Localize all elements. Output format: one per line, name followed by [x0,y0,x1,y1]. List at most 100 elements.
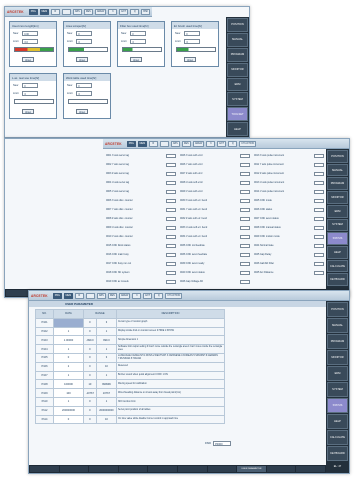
data-cell[interactable]: 1 [53,370,84,381]
upset-button[interactable]: Upset [76,109,88,114]
side-item-system[interactable]: SYSTEM [327,218,348,232]
table-row[interactable]: P101 0 3 Cursor type of monitor graph [35,317,225,328]
limit-input[interactable]: 0 [76,38,93,44]
table-row[interactable]: P103 1.00000 -999.0 999.0 Simple dimension 1 [35,335,225,346]
side-item-monitor[interactable]: MONITOR [327,350,348,365]
fkey-user-parameter[interactable]: USER PARAMETER [237,466,266,472]
tb-button[interactable] [85,292,95,299]
fkey-1[interactable] [30,466,59,472]
limit-input[interactable]: 0 [184,38,201,44]
side-item-status[interactable]: STATUS [327,398,348,413]
side-item-calculate[interactable]: CALCULATE [327,259,348,273]
limit-input[interactable]: 0.0 [22,38,39,44]
tb-button[interactable]: ABS [72,8,82,15]
new-input[interactable]: 0 [130,30,147,36]
tb-button[interactable]: CH ACTION [165,292,183,299]
table-row[interactable]: P105 0 0 3 LANGUAGE 0:ENGLISH 1:ROSS 2:DEUTS… [35,352,225,363]
side-item-monitor[interactable]: MONITOR [227,62,248,77]
tb-button[interactable]: GREW [94,8,107,15]
side-item-help[interactable]: HELP [327,246,348,259]
table-row[interactable]: P102 1 0 1 Display stroke limit on monitor s… [35,326,225,337]
data-cell[interactable]: 1 [53,396,84,407]
tb-button[interactable]: EXT [119,8,129,15]
tb-button[interactable]: 3 [108,8,118,15]
tb-button[interactable]: R [148,140,158,147]
tb-button[interactable]: RES [107,292,117,299]
side-item-position[interactable]: POSITION [327,302,348,317]
data-cell[interactable]: 100 [53,388,84,398]
data-cell[interactable]: 1 [53,344,84,354]
data-cell[interactable] [53,317,84,328]
tb-button[interactable]: ABS [170,140,180,147]
tb-button[interactable]: GREW [192,140,205,147]
tb-button[interactable]: PRG [126,140,136,147]
upset-button[interactable]: Upset [22,109,34,114]
data-cell[interactable]: 0 [53,414,84,425]
fkey-3[interactable] [89,466,118,472]
table-row[interactable]: P106 2 0 10 Reserved [35,361,225,372]
side-item-status[interactable]: STATUS [327,232,348,246]
table-row[interactable]: P108 100000 10 999999 Moving speed for calib… [35,379,225,390]
fkey-2[interactable] [59,466,89,472]
tb-button[interactable]: R [50,8,60,15]
data-cell[interactable]: 200000000 [53,405,84,416]
side-item-program[interactable]: PROGRAM [327,177,348,191]
new-input[interactable]: 0.00 [22,30,39,36]
find-input[interactable]: P0000 [213,441,232,446]
tb-button[interactable]: PRG [52,292,62,299]
new-input[interactable]: 0 [184,30,201,36]
tb-button[interactable]: MEM [137,140,147,147]
side-item-edm[interactable]: EDM [327,366,348,381]
tb-button[interactable] [159,140,169,147]
tb-button[interactable]: 3 [206,140,216,147]
tb-button[interactable]: EXT [143,292,153,299]
tb-button[interactable]: RES [181,140,191,147]
tb-button[interactable]: RES [83,8,93,15]
tb-button[interactable] [61,8,71,15]
tb-button[interactable]: EXT [217,140,227,147]
side-item-toolset[interactable]: TOOLSET [227,107,248,122]
tb-button[interactable]: Q [130,8,140,15]
side-item-manual[interactable]: MANUAL [327,318,348,333]
tb-button[interactable]: 3 [132,292,142,299]
tb-button[interactable]: MEM [63,292,73,299]
upset-button[interactable]: Upset [130,57,142,62]
limit-input[interactable]: 0 [130,38,147,44]
table-row[interactable]: P104 1 0 1 Software limit output setting 0:C… [35,344,225,354]
side-item-edm[interactable]: EDM [227,77,248,92]
fkey-7[interactable] [207,466,237,472]
fkey-5[interactable] [148,466,177,472]
fkey-10[interactable] [296,466,325,472]
side-item-help[interactable]: HELP [227,122,248,136]
side-item-manual[interactable]: MANUAL [327,163,348,177]
tb-button[interactable]: GREW [118,292,131,299]
new-input[interactable]: 0 [76,82,93,88]
table-row[interactable]: P112 200000000 0 2000000000 Servo point posi… [35,405,225,416]
upset-button[interactable]: Upset [22,57,34,62]
tb-button[interactable]: ABS [96,292,106,299]
tb-button[interactable]: Q [228,140,238,147]
tb-button[interactable]: PRG [28,8,38,15]
side-item-system[interactable]: SYSTEM [327,382,348,397]
data-cell[interactable]: 2 [53,361,84,372]
upset-button[interactable]: Upset [76,57,88,62]
side-item-system[interactable]: SYSTEM [227,92,248,107]
tb-button[interactable]: CH ACTION [239,140,257,147]
fkey-6[interactable] [177,466,207,472]
side-item-keyboard[interactable]: KEYBOARD [327,273,348,287]
tb-button[interactable]: R [74,292,84,299]
side-item-help[interactable]: HELP [327,414,348,429]
tb-button[interactable]: Q [154,292,164,299]
upset-button[interactable]: Upset [184,57,196,62]
table-row[interactable]: P109 100 -10767 10767 Wire-threading distanc… [35,388,225,398]
table-row[interactable]: P107 1 0 1 Bozzer sound when quick alignment… [35,370,225,381]
data-cell[interactable]: 100000 [53,379,84,390]
side-item-calculate[interactable]: CALCULATE [327,430,348,445]
side-item-edm[interactable]: EDM [327,204,348,218]
side-item-program[interactable]: PROGRAM [327,334,348,349]
tb-button[interactable]: MEM [39,8,49,15]
fkey-4[interactable] [118,466,148,472]
table-row[interactable]: P110 1 0 1 ISO function limit [35,396,225,407]
side-item-position[interactable]: POSITION [227,18,248,32]
limit-input[interactable]: 0 [76,90,93,96]
